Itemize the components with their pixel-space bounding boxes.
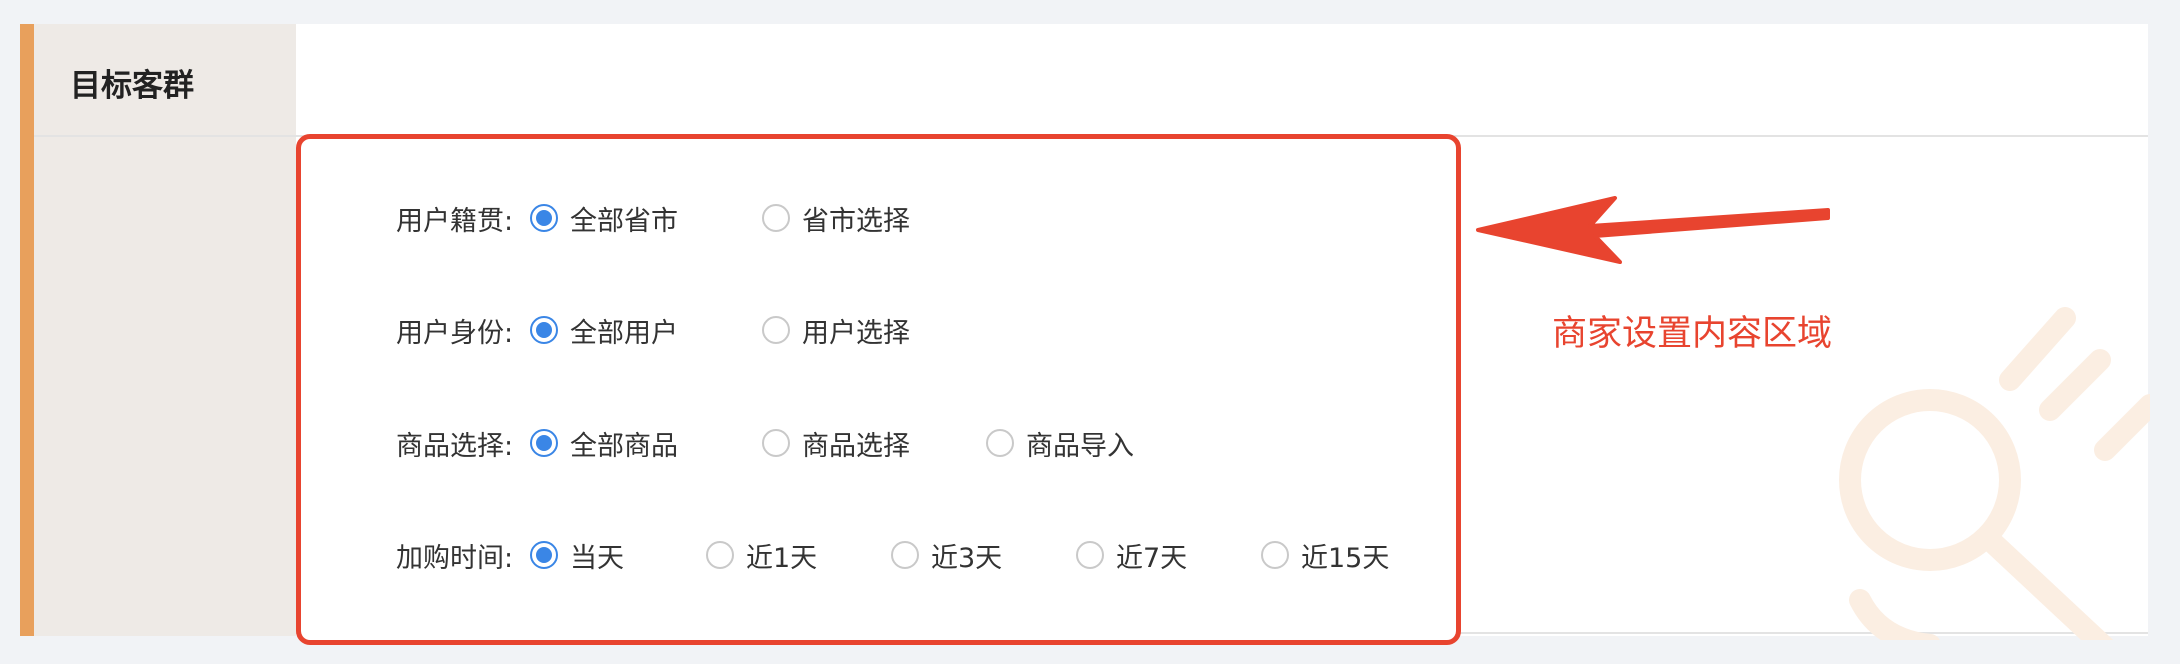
- section-title: 目标客群: [70, 68, 194, 104]
- radio-option-today[interactable]: 当天: [530, 535, 624, 575]
- option-label: 当天: [570, 542, 624, 574]
- option-label: 用户选择: [802, 317, 910, 349]
- form-row-product-selection: 商品选择: 全部商品 商品选择 商品导入: [396, 423, 1134, 463]
- section-accent-bar: [20, 24, 34, 636]
- radio-option-all-products[interactable]: 全部商品: [530, 423, 678, 463]
- radio-button[interactable]: [530, 429, 558, 457]
- form-row-user-origin: 用户籍贯: 全部省市 省市选择: [396, 198, 910, 238]
- radio-button[interactable]: [706, 541, 734, 569]
- radio-button[interactable]: [762, 316, 790, 344]
- option-label: 商品选择: [802, 430, 910, 462]
- radio-button[interactable]: [1261, 541, 1289, 569]
- section-label-column: [34, 24, 296, 636]
- row-label: 商品选择:: [396, 430, 514, 462]
- radio-option-last-3-days[interactable]: 近3天: [891, 535, 1002, 575]
- radio-button[interactable]: [1076, 541, 1104, 569]
- row-label: 加购时间:: [396, 542, 514, 574]
- radio-option-last-1-day[interactable]: 近1天: [706, 535, 817, 575]
- radio-button[interactable]: [891, 541, 919, 569]
- radio-option-select-products[interactable]: 商品选择: [762, 423, 910, 463]
- annotation-arrow-icon: [1476, 196, 1830, 264]
- option-label: 全部省市: [570, 205, 678, 237]
- option-label: 近15天: [1301, 542, 1390, 574]
- option-label: 近7天: [1116, 542, 1188, 574]
- search-watermark-icon: [1839, 307, 2150, 640]
- form-row-user-identity: 用户身份: 全部用户 用户选择: [396, 310, 910, 350]
- annotation-label: 商家设置内容区域: [1552, 314, 1833, 354]
- radio-button[interactable]: [530, 316, 558, 344]
- form-row-add-to-cart-time: 加购时间: 当天 近1天 近3天 近7天 近15天: [396, 535, 1389, 575]
- radio-option-last-15-days[interactable]: 近15天: [1261, 535, 1389, 575]
- radio-button[interactable]: [530, 541, 558, 569]
- option-label: 商品导入: [1026, 430, 1134, 462]
- option-label: 近1天: [746, 542, 818, 574]
- radio-option-all-users[interactable]: 全部用户: [530, 310, 678, 350]
- option-label: 全部用户: [570, 317, 678, 349]
- row-label: 用户籍贯:: [396, 205, 514, 237]
- radio-button[interactable]: [530, 204, 558, 232]
- radio-button[interactable]: [986, 429, 1014, 457]
- radio-option-select-provinces[interactable]: 省市选择: [762, 198, 910, 238]
- radio-button[interactable]: [762, 204, 790, 232]
- radio-button[interactable]: [762, 429, 790, 457]
- option-label: 近3天: [931, 542, 1003, 574]
- row-label: 用户身份:: [396, 317, 514, 349]
- radio-option-last-7-days[interactable]: 近7天: [1076, 535, 1187, 575]
- radio-option-all-provinces[interactable]: 全部省市: [530, 198, 678, 238]
- radio-option-import-products[interactable]: 商品导入: [986, 423, 1134, 463]
- option-label: 省市选择: [802, 205, 910, 237]
- option-label: 全部商品: [570, 430, 678, 462]
- radio-option-select-users[interactable]: 用户选择: [762, 310, 910, 350]
